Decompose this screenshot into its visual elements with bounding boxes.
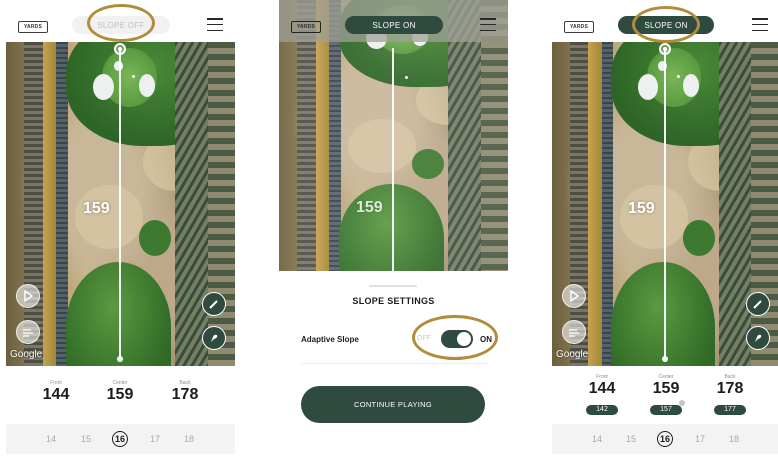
yards-button[interactable]: YARDS: [18, 21, 48, 33]
screen-slope-off: YARDS SLOPE OFF 159 Google Front 144 Cen…: [6, 0, 235, 456]
distance-back: Back 178: [165, 380, 205, 404]
hole-button[interactable]: 14: [41, 434, 61, 444]
map-credit: Google: [556, 349, 589, 360]
slope-settings-sheet: SLOPE SETTINGS Adaptive Slope OFF ON CON…: [279, 271, 508, 456]
map-credit: Google: [10, 349, 43, 360]
target-marker[interactable]: [659, 43, 671, 55]
fairway: [138, 220, 171, 256]
map-texture: [750, 42, 778, 366]
toggle-knob: [457, 332, 471, 346]
slope-info-badge[interactable]: [679, 400, 685, 406]
slope-adjusted-front: 142: [586, 405, 618, 415]
wind-icon[interactable]: [562, 320, 586, 344]
hole-button[interactable]: 18: [179, 434, 199, 444]
hole-button[interactable]: 18: [724, 434, 744, 444]
map-distance-label: 159: [628, 200, 655, 217]
pin-marker: [677, 75, 680, 78]
wedge-club-icon[interactable]: [202, 326, 226, 350]
distance-center-value: 159: [106, 386, 134, 403]
bunker: [93, 74, 114, 101]
fairway: [683, 220, 715, 256]
hole-map[interactable]: 159 Google: [6, 42, 235, 366]
map-texture: [207, 42, 235, 366]
map-texture: [570, 42, 589, 366]
hole-button[interactable]: 17: [145, 434, 165, 444]
hole-button[interactable]: 14: [587, 434, 607, 444]
tee-marker[interactable]: [662, 356, 668, 362]
sheet-grip-handle[interactable]: [369, 285, 417, 287]
map-distance-label: 159: [83, 200, 110, 217]
distance-center: Center 159 157: [646, 374, 686, 416]
distance-center-value: 159: [652, 380, 680, 397]
yards-button: YARDS: [291, 21, 321, 33]
tee-marker[interactable]: [117, 356, 123, 362]
pencil-icon[interactable]: [746, 292, 770, 316]
bunker: [683, 74, 699, 98]
map-texture: [24, 42, 43, 366]
slope-adjusted-center: 157: [650, 405, 682, 415]
map-texture: [588, 42, 602, 366]
adaptive-slope-label: Adaptive Slope: [301, 335, 359, 344]
distance-front-value: 144: [588, 380, 616, 397]
hole-button-active[interactable]: 16: [657, 431, 673, 447]
map-texture: [42, 42, 57, 366]
hamburger-menu-icon[interactable]: [752, 18, 768, 31]
pin-marker: [132, 75, 135, 78]
pencil-icon[interactable]: [202, 292, 226, 316]
distance-back-value: 178: [716, 380, 744, 397]
slope-toggle-button[interactable]: SLOPE OFF: [72, 16, 170, 34]
hole-button-active[interactable]: 16: [112, 431, 128, 447]
slope-toggle-button[interactable]: SLOPE ON: [618, 16, 714, 34]
bunker: [138, 74, 155, 98]
toggle-on-label: ON: [480, 335, 492, 344]
wind-icon[interactable]: [16, 320, 40, 344]
app-comparison: YARDS SLOPE OFF 159 Google Front 144 Cen…: [0, 0, 778, 456]
hole-selector: 14 15 16 17 18: [6, 424, 235, 454]
aim-line: [119, 48, 121, 360]
hole-selector: 14 15 16 17 18: [552, 424, 778, 454]
top-bar: YARDS SLOPE OFF: [6, 0, 235, 42]
hamburger-menu-icon[interactable]: [207, 18, 223, 31]
adaptive-slope-toggle[interactable]: [441, 330, 473, 348]
hole-button[interactable]: 15: [621, 434, 641, 444]
toggle-off-label: OFF: [417, 335, 431, 342]
yards-button[interactable]: YARDS: [564, 21, 594, 33]
distance-front-value: 144: [42, 386, 70, 403]
distance-front: Front 144: [36, 380, 76, 404]
distance-back: Back 178 177: [710, 374, 750, 416]
screen-slope-settings: 159 YARDS SLOPE ON SLOPE SETTINGS Adapti…: [279, 0, 508, 456]
distance-back-value: 178: [171, 386, 199, 403]
target-marker[interactable]: [114, 43, 126, 55]
screen-slope-on: YARDS SLOPE ON 159 Google Front 144 142 …: [552, 0, 778, 456]
navigate-arrow-icon[interactable]: [562, 284, 586, 308]
hole-map[interactable]: 159 Google: [552, 42, 778, 366]
slope-adjusted-back: 177: [714, 405, 746, 415]
aim-line: [664, 48, 666, 360]
distance-center: Center 159: [100, 380, 140, 404]
hole-button[interactable]: 17: [690, 434, 710, 444]
slope-toggle-button: SLOPE ON: [345, 16, 443, 34]
hamburger-menu-icon: [480, 18, 496, 31]
navigate-arrow-icon[interactable]: [16, 284, 40, 308]
top-bar: YARDS SLOPE ON: [552, 0, 778, 42]
hole-button[interactable]: 15: [76, 434, 96, 444]
divider: [301, 363, 487, 364]
distance-front: Front 144 142: [582, 374, 622, 416]
sheet-title: SLOPE SETTINGS: [352, 296, 435, 306]
wedge-club-icon[interactable]: [746, 326, 770, 350]
continue-playing-button[interactable]: CONTINUE PLAYING: [301, 386, 485, 423]
fairway: [610, 262, 715, 366]
